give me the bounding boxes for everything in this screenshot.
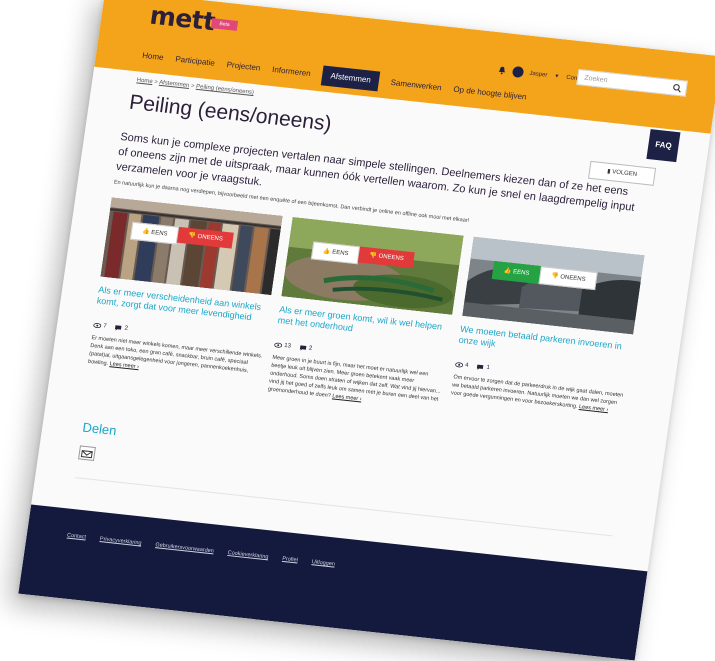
view-count: 13 bbox=[283, 342, 292, 350]
nav-item-informeren[interactable]: Informeren bbox=[271, 60, 312, 84]
site-footer: Contact Privacyverklaring Gebruikersvoor… bbox=[18, 504, 648, 661]
mail-icon bbox=[80, 450, 93, 459]
breadcrumb-afstemmen[interactable]: Afstemmen bbox=[159, 80, 190, 89]
footer-link-privacy[interactable]: Privacyverklaring bbox=[99, 536, 141, 546]
nav-item-samenwerken[interactable]: Samenwerken bbox=[389, 73, 443, 98]
vote-oneens-label: ONEENS bbox=[378, 253, 405, 263]
eye-icon bbox=[93, 323, 102, 329]
bell-icon[interactable] bbox=[497, 65, 507, 75]
poll-card-groen[interactable]: 👍 EENS 👎 ONEENS Als er meer groen komt, … bbox=[267, 217, 464, 412]
vote-eens-label: EENS bbox=[150, 229, 168, 238]
user-name[interactable]: Jasper bbox=[529, 70, 548, 78]
faq-button[interactable]: FAQ bbox=[646, 129, 681, 163]
comment-icon bbox=[115, 325, 122, 331]
eye-icon bbox=[274, 342, 283, 348]
vote-oneens-label: ONEENS bbox=[559, 274, 586, 283]
footer-link-contact[interactable]: Contact bbox=[67, 533, 87, 541]
poll-card-parkeren[interactable]: 👍 EENS 👎 ONEENS We moeten betaald parker… bbox=[450, 236, 645, 416]
vote-oneens-label: ONEENS bbox=[197, 233, 224, 243]
nav-item-home[interactable]: Home bbox=[141, 46, 165, 68]
read-more-link[interactable]: Lees meer › bbox=[579, 404, 609, 413]
browser-page: mett Beta Jasper ▾ Contact Zoeken bbox=[18, 0, 715, 661]
footer-link-cookies[interactable]: Cookieverklaring bbox=[227, 550, 269, 560]
comment-icon bbox=[299, 345, 307, 351]
breadcrumb-current[interactable]: Peiling (eens/oneens) bbox=[196, 84, 255, 96]
avatar[interactable] bbox=[511, 65, 525, 79]
read-more-link[interactable]: Lees meer › bbox=[332, 393, 362, 402]
card-image-clothing-rack[interactable]: 👍 EENS 👎 ONEENS bbox=[100, 197, 283, 296]
breadcrumb-home[interactable]: Home bbox=[136, 77, 153, 85]
breadcrumb-separator: > bbox=[153, 79, 159, 86]
view-count: 4 bbox=[464, 362, 469, 369]
search-icon[interactable] bbox=[672, 83, 682, 93]
search-input[interactable]: Zoeken bbox=[576, 69, 688, 97]
screenshot-stage: mett Beta Jasper ▾ Contact Zoeken bbox=[0, 0, 715, 661]
footer-link-terms[interactable]: Gebruikersvoorwaarden bbox=[155, 542, 214, 554]
eye-icon bbox=[455, 362, 464, 368]
nav-item-participatie[interactable]: Participatie bbox=[174, 50, 216, 74]
comment-count: 2 bbox=[124, 325, 129, 332]
nav-item-afstemmen[interactable]: Afstemmen bbox=[321, 65, 381, 92]
card-image-garden-tools[interactable]: 👍 EENS 👎 ONEENS bbox=[281, 217, 464, 315]
beta-badge: Beta bbox=[210, 18, 239, 31]
poll-card-winkels[interactable]: 👍 EENS 👎 ONEENS Als er meer verscheidenh… bbox=[87, 197, 283, 384]
share-heading: Delen bbox=[81, 419, 118, 439]
footer-link-profile[interactable]: Profiel bbox=[282, 556, 298, 564]
chevron-down-icon[interactable]: ▾ bbox=[555, 73, 559, 80]
nav-item-projecten[interactable]: Projecten bbox=[225, 55, 261, 78]
comment-count: 1 bbox=[485, 364, 491, 372]
footer-link-logout[interactable]: Uitloggen bbox=[311, 559, 335, 567]
mail-share-button[interactable] bbox=[78, 445, 96, 461]
site-logo[interactable]: mett bbox=[148, 1, 217, 37]
vote-eens-label: EENS bbox=[512, 269, 530, 277]
footer-links: Contact Privacyverklaring Gebruikersvoor… bbox=[67, 533, 350, 570]
nav-item-op-de-hoogte-blijven[interactable]: Op de hoogte blijven bbox=[452, 80, 528, 108]
page-title: Peiling (eens/oneens) bbox=[127, 90, 334, 136]
read-more-link[interactable]: Lees meer › bbox=[109, 361, 139, 370]
vote-eens-label: EENS bbox=[331, 249, 349, 258]
bookmark-icon: ▮ bbox=[606, 168, 611, 176]
comment-icon bbox=[477, 364, 484, 370]
card-image-parked-cars[interactable]: 👍 EENS 👎 ONEENS bbox=[462, 236, 645, 335]
view-count: 7 bbox=[102, 323, 108, 330]
breadcrumb-separator: > bbox=[190, 83, 195, 90]
comment-count: 2 bbox=[308, 345, 313, 352]
search-placeholder: Zoeken bbox=[583, 74, 609, 85]
follow-label: VOLGEN bbox=[611, 169, 638, 178]
